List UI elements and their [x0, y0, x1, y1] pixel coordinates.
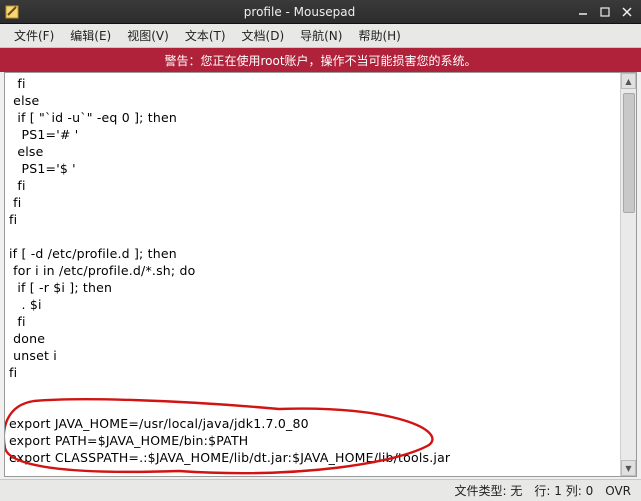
- menu-help-label: 帮助(H): [358, 29, 400, 43]
- menu-navigation[interactable]: 导航(N): [292, 24, 350, 47]
- menu-file[interactable]: 文件(F): [6, 24, 62, 47]
- menu-edit-label: 编辑(E): [70, 29, 111, 43]
- scroll-thumb[interactable]: [623, 93, 635, 213]
- app-icon: [4, 4, 20, 20]
- menu-view-label: 视图(V): [127, 29, 169, 43]
- maximize-button[interactable]: [595, 4, 615, 20]
- menu-document[interactable]: 文档(D): [234, 24, 293, 47]
- menu-document-label: 文档(D): [242, 29, 285, 43]
- menu-file-label: 文件(F): [14, 29, 54, 43]
- menu-navigation-label: 导航(N): [300, 29, 342, 43]
- menu-text-label: 文本(T): [185, 29, 226, 43]
- statusbar: 文件类型: 无 行: 1 列: 0 OVR: [0, 479, 641, 501]
- menubar: 文件(F) 编辑(E) 视图(V) 文本(T) 文档(D) 导航(N) 帮助(H…: [0, 24, 641, 48]
- window-controls: [573, 4, 637, 20]
- status-ovr: OVR: [605, 484, 631, 498]
- titlebar: profile - Mousepad: [0, 0, 641, 24]
- menu-help[interactable]: 帮助(H): [350, 24, 408, 47]
- root-warning-text: 警告：您正在使用root账户，操作不当可能损害您的系统。: [164, 52, 476, 69]
- menu-edit[interactable]: 编辑(E): [62, 24, 119, 47]
- close-button[interactable]: [617, 4, 637, 20]
- minimize-button[interactable]: [573, 4, 593, 20]
- scroll-up-button[interactable]: ▲: [621, 73, 636, 89]
- text-editor[interactable]: fi else if [ "`id -u`" -eq 0 ]; then PS1…: [5, 73, 620, 476]
- scroll-down-button[interactable]: ▼: [621, 460, 636, 476]
- window-title: profile - Mousepad: [26, 5, 573, 19]
- editor-content: fi else if [ "`id -u`" -eq 0 ]; then PS1…: [5, 73, 620, 468]
- vertical-scrollbar[interactable]: ▲ ▼: [620, 73, 636, 476]
- menu-view[interactable]: 视图(V): [119, 24, 177, 47]
- status-filetype: 文件类型: 无: [455, 482, 523, 499]
- root-warning-bar: 警告：您正在使用root账户，操作不当可能损害您的系统。: [0, 48, 641, 72]
- status-position: 行: 1 列: 0: [534, 482, 593, 499]
- menu-text[interactable]: 文本(T): [177, 24, 234, 47]
- editor-frame: fi else if [ "`id -u`" -eq 0 ]; then PS1…: [4, 72, 637, 477]
